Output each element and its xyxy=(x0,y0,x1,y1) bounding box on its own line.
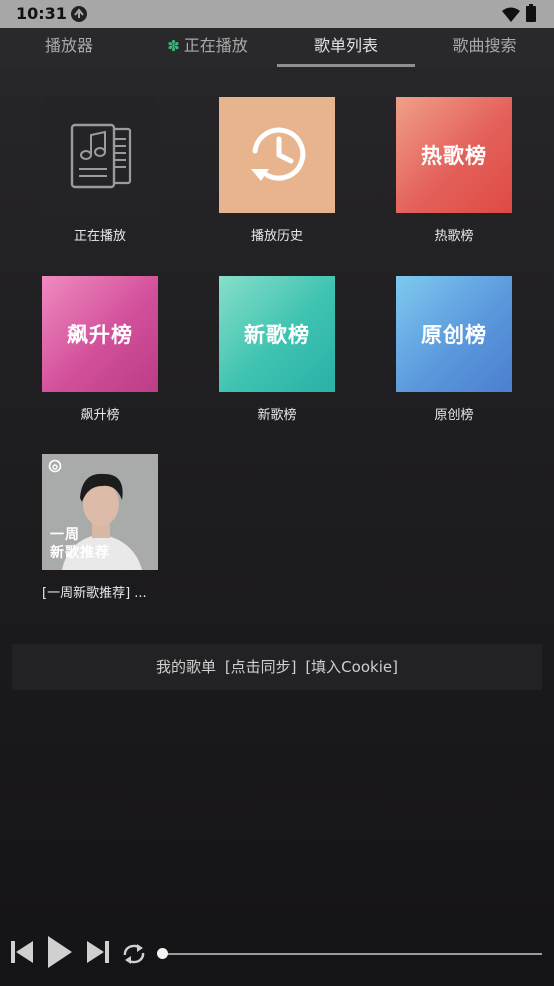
tab-label: 播放器 xyxy=(44,36,93,55)
next-icon[interactable] xyxy=(86,940,110,964)
wifi-icon xyxy=(502,7,520,22)
tab-label: 正在播放 xyxy=(183,36,248,55)
tile-art xyxy=(219,97,335,213)
tile-caption: 播放历史 xyxy=(250,229,303,244)
tile-caption: 热歌榜 xyxy=(434,229,474,244)
playlist-tile-hot-songs[interactable]: 热歌榜 热歌榜 xyxy=(396,97,512,244)
tile-caption: 新歌榜 xyxy=(257,408,297,423)
app-notification-icon xyxy=(71,6,87,22)
battery-icon xyxy=(526,4,536,22)
playlist-tile-now-playing[interactable]: 正在播放 xyxy=(42,97,158,244)
tab-song-search[interactable]: 歌曲搜索 xyxy=(415,28,554,68)
tab-indicator xyxy=(277,64,415,67)
playlist-tile-history[interactable]: 播放历史 xyxy=(219,97,335,244)
tile-caption: 飙升榜 xyxy=(80,408,120,423)
tab-bar: 播放器 ✽ 正在播放 歌单列表 歌曲搜索 xyxy=(0,28,554,68)
status-time: 10:31 xyxy=(16,4,67,23)
weekly-art-line: 新歌推荐 xyxy=(50,545,110,561)
clover-icon: ✽ xyxy=(167,37,180,55)
tab-now-playing[interactable]: ✽ 正在播放 xyxy=(138,28,277,68)
tile-caption: 原创榜 xyxy=(434,408,474,423)
tile-art xyxy=(42,97,158,213)
tile-art-text: 新歌榜 xyxy=(219,276,335,392)
tile-art: 一周 新歌推荐 xyxy=(42,454,158,570)
weekly-art-line: 一周 xyxy=(50,527,80,543)
my-playlists-bar: 我的歌单 [点击同步] [填入Cookie] xyxy=(12,644,542,690)
app-screen: 10:31 播放器 ✽ 正在播放 歌单列表 歌曲搜索 正在播放 播放历史 热歌榜… xyxy=(0,0,554,986)
tab-player[interactable]: 播放器 xyxy=(0,28,138,68)
playlist-tile-weekly-new[interactable]: 一周 新歌推荐 [一周新歌推荐] ... xyxy=(42,454,158,601)
tile-art-text: 热歌榜 xyxy=(396,97,512,213)
history-clock-icon xyxy=(251,127,306,181)
repeat-icon[interactable] xyxy=(121,942,147,966)
status-bar: 10:31 xyxy=(0,0,554,28)
tile-caption: 正在播放 xyxy=(73,229,126,244)
tab-label: 歌曲搜索 xyxy=(452,36,517,55)
playlist-tile-original[interactable]: 原创榜 原创榜 xyxy=(396,276,512,423)
tab-playlists[interactable]: 歌单列表 xyxy=(277,28,415,68)
my-playlists-label: 我的歌单 xyxy=(156,658,217,676)
player-bar xyxy=(0,930,554,978)
playlist-document-icon xyxy=(70,123,132,189)
play-icon[interactable] xyxy=(47,935,73,969)
tab-label: 歌单列表 xyxy=(313,36,378,55)
previous-icon[interactable] xyxy=(10,940,34,964)
playlist-tile-soaring[interactable]: 飙升榜 飙升榜 xyxy=(42,276,158,423)
tile-art-text: 飙升榜 xyxy=(42,276,158,392)
progress-thumb[interactable] xyxy=(157,948,168,959)
sync-link[interactable]: [点击同步] xyxy=(225,658,297,676)
playlist-tile-new-songs[interactable]: 新歌榜 新歌榜 xyxy=(219,276,335,423)
weekly-art-text: 一周 新歌推荐 xyxy=(50,526,110,562)
progress-track[interactable] xyxy=(162,953,542,955)
tile-caption: [一周新歌推荐] ... xyxy=(42,586,147,601)
tile-art-text: 原创榜 xyxy=(396,276,512,392)
netease-cloud-music-icon xyxy=(48,459,62,473)
fill-cookie-link[interactable]: [填入Cookie] xyxy=(305,658,398,676)
